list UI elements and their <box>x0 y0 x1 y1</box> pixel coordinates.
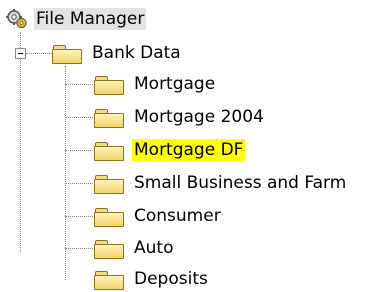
collapse-toggle-icon[interactable] <box>15 48 26 59</box>
folder-icon <box>94 206 124 227</box>
tree-node-auto[interactable]: Auto <box>94 235 175 261</box>
folder-icon <box>94 74 124 95</box>
tree-connector-root <box>20 32 21 252</box>
tree-node-label: Bank Data <box>92 43 181 63</box>
tree-connector <box>65 216 93 217</box>
file-manager-gears-icon <box>6 8 28 30</box>
tree-node-label-selected: Mortgage DF <box>132 139 246 161</box>
tree-node-label: Small Business and Farm <box>134 173 347 193</box>
tree-root-label: File Manager <box>34 8 147 30</box>
folder-icon <box>94 269 124 290</box>
tree-connector <box>65 117 93 118</box>
folder-icon <box>94 238 124 259</box>
folder-icon <box>94 173 124 194</box>
tree-node-mortgage[interactable]: Mortgage <box>94 71 217 97</box>
tree-node-label: Consumer <box>134 206 221 226</box>
tree-node-small-business-and-farm[interactable]: Small Business and Farm <box>94 170 348 196</box>
tree-connector <box>65 150 93 151</box>
folder-icon <box>52 43 82 64</box>
tree-node-deposits[interactable]: Deposits <box>94 266 210 292</box>
tree-node-label: Mortgage 2004 <box>134 107 264 127</box>
tree-node-consumer[interactable]: Consumer <box>94 203 223 229</box>
tree-connector-bank-data <box>26 53 52 54</box>
folder-icon <box>94 140 124 161</box>
tree-root-node[interactable]: File Manager <box>6 6 147 32</box>
file-tree: File Manager Bank Data Mortgage Mortgage… <box>0 0 366 290</box>
tree-connector <box>65 183 93 184</box>
tree-connector <box>65 248 93 249</box>
tree-node-label: Auto <box>134 238 174 258</box>
tree-node-mortgage-2004[interactable]: Mortgage 2004 <box>94 104 266 130</box>
tree-connector <box>65 84 93 85</box>
tree-node-label: Deposits <box>134 269 208 289</box>
tree-node-bank-data[interactable]: Bank Data <box>52 40 183 66</box>
tree-node-mortgage-df[interactable]: Mortgage DF <box>94 137 246 163</box>
tree-node-label: Mortgage <box>134 74 216 94</box>
folder-icon <box>94 107 124 128</box>
